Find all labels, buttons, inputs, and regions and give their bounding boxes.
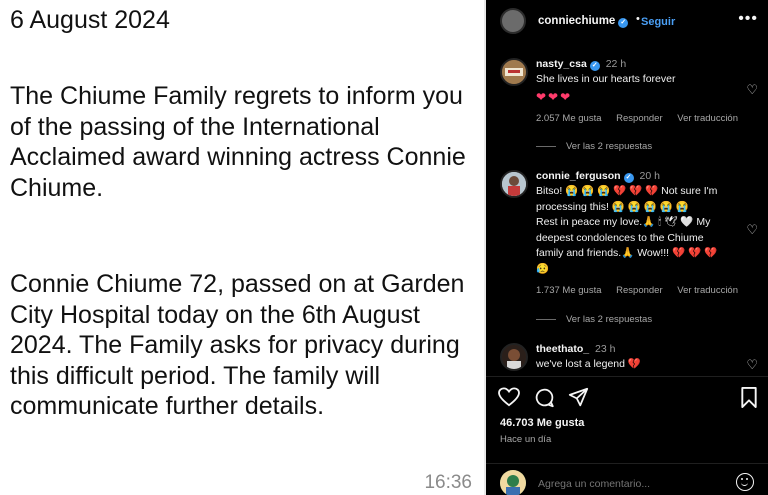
- comment-bubble-icon[interactable]: [534, 387, 555, 414]
- comment-text: Bitso! 😭 😭 😭 💔 💔 💔 Not sure I'm processi…: [536, 184, 736, 277]
- instagram-post-panel: conniechiume ✓ • Seguir ••• nasty_csa ✓ 22…: [486, 0, 768, 495]
- separator-dot: •: [636, 13, 640, 25]
- add-comment-row: [486, 463, 768, 495]
- post-actions-bar: 46.703 Me gusta Hace un día: [486, 376, 768, 495]
- comment-username[interactable]: theethato_: [536, 343, 589, 355]
- replies-line: [536, 318, 556, 320]
- message-timestamp: 16:36: [424, 472, 472, 493]
- comment-likes-count[interactable]: 2.057 Me gusta: [536, 113, 602, 124]
- verified-badge-icon: ✓: [623, 173, 634, 183]
- replies-line: [536, 145, 556, 147]
- heart-outline-svg: [498, 387, 520, 407]
- share-send-svg: [568, 387, 589, 407]
- commenter-avatar[interactable]: [500, 58, 528, 86]
- more-options-icon[interactable]: •••: [738, 10, 758, 28]
- message-bubble: 6 August 2024 The Chiume Family regrets …: [0, 0, 484, 495]
- comment-text-line: family and friends.🙏 Wow!!! 💔 💔 💔: [536, 247, 718, 259]
- avatar-image: [502, 345, 526, 369]
- author-avatar[interactable]: [500, 8, 526, 34]
- like-heart-icon[interactable]: [498, 387, 520, 413]
- post-header: conniechiume ✓ • Seguir •••: [486, 0, 768, 44]
- comment-bubble-svg: [535, 388, 554, 408]
- comment-text-line: Rest in peace my love.🙏 🕯 🕊 🤍 My: [536, 216, 711, 228]
- comment-meta: 1.737 Me gusta Responder Ver traducción: [536, 285, 750, 296]
- comment-username[interactable]: connie_ferguson: [536, 170, 621, 182]
- comment-text-line: Bitso! 😭 😭 😭 💔 💔 💔 Not sure I'm: [536, 185, 718, 197]
- comment-header: theethato_ 23 h: [536, 343, 615, 355]
- view-replies-label[interactable]: Ver las 2 respuestas: [566, 141, 652, 152]
- comment-text-line: we've lost a legend 💔: [536, 358, 641, 370]
- verified-badge-icon: ✓: [618, 18, 629, 28]
- author-username-text[interactable]: conniechiume: [538, 15, 615, 27]
- commenter-avatar[interactable]: [500, 343, 528, 371]
- comment-time: 20 h: [639, 170, 660, 182]
- comment-meta: 2.057 Me gusta Responder Ver traducción: [536, 113, 750, 124]
- current-user-avatar: [500, 470, 526, 495]
- comment-username[interactable]: nasty_csa: [536, 58, 587, 70]
- bookmark-svg: [741, 387, 757, 408]
- commenter-avatar[interactable]: [500, 170, 528, 198]
- comment-text: we've lost a legend 💔: [536, 357, 736, 373]
- avatar-image: [502, 60, 526, 84]
- add-comment-input[interactable]: [538, 478, 718, 490]
- post-likes-count[interactable]: 46.703 Me gusta: [500, 417, 584, 429]
- comment-item: connie_ferguson ✓ 20 h Bitso! 😭 😭 😭 💔 💔 💔…: [486, 170, 768, 335]
- reply-button[interactable]: Responder: [616, 113, 662, 124]
- reply-button[interactable]: Responder: [616, 285, 662, 296]
- view-replies-label[interactable]: Ver las 2 respuestas: [566, 314, 652, 325]
- comment-time: 22 h: [605, 58, 627, 70]
- post-time-ago: Hace un día: [500, 434, 552, 445]
- view-replies-button[interactable]: Ver las 2 respuestas: [536, 314, 652, 325]
- comment-header: nasty_csa ✓ 22 h: [536, 58, 626, 71]
- comment-likes-count[interactable]: 1.737 Me gusta: [536, 285, 602, 296]
- comment-text-line: processing this! 😭 😭 😭 😭 😭: [536, 200, 689, 213]
- translate-button[interactable]: Ver traducción: [677, 113, 738, 124]
- view-replies-button[interactable]: Ver las 2 respuestas: [536, 141, 652, 152]
- avatar-image: [500, 470, 526, 495]
- comment-text-line: 😥: [536, 262, 550, 275]
- emoji-smile-icon[interactable]: [736, 473, 754, 491]
- comment-text-line: ❤❤❤: [536, 89, 573, 104]
- share-send-icon[interactable]: [568, 387, 589, 414]
- like-comment-heart-icon[interactable]: ♡: [746, 222, 758, 238]
- author-username[interactable]: conniechiume ✓: [538, 15, 629, 28]
- message-paragraph-details: Connie Chiume 72, passed on at Garden Ci…: [10, 270, 465, 420]
- comment-item: theethato_ 23 h we've lost a legend 💔 ♡: [486, 343, 768, 375]
- message-paragraph-announcement: The Chiume Family regrets to inform you …: [10, 82, 466, 202]
- like-comment-heart-icon[interactable]: ♡: [746, 357, 758, 373]
- avatar-image: [502, 172, 526, 196]
- like-comment-heart-icon[interactable]: ♡: [746, 82, 758, 98]
- bookmark-icon[interactable]: [740, 387, 758, 414]
- comment-item: nasty_csa ✓ 22 h She lives in our hearts …: [486, 58, 768, 168]
- comment-text-line: deepest condolences to the Chiume: [536, 231, 704, 244]
- message-date: 6 August 2024: [10, 6, 170, 34]
- verified-badge-icon: ✓: [589, 61, 600, 71]
- follow-button[interactable]: Seguir: [641, 16, 675, 28]
- comment-header: connie_ferguson ✓ 20 h: [536, 170, 660, 183]
- comment-text-line: She lives in our hearts forever: [536, 73, 676, 85]
- translate-button[interactable]: Ver traducción: [677, 285, 738, 296]
- comment-time: 23 h: [595, 343, 616, 355]
- comment-text: She lives in our hearts forever ❤❤❤: [536, 72, 736, 105]
